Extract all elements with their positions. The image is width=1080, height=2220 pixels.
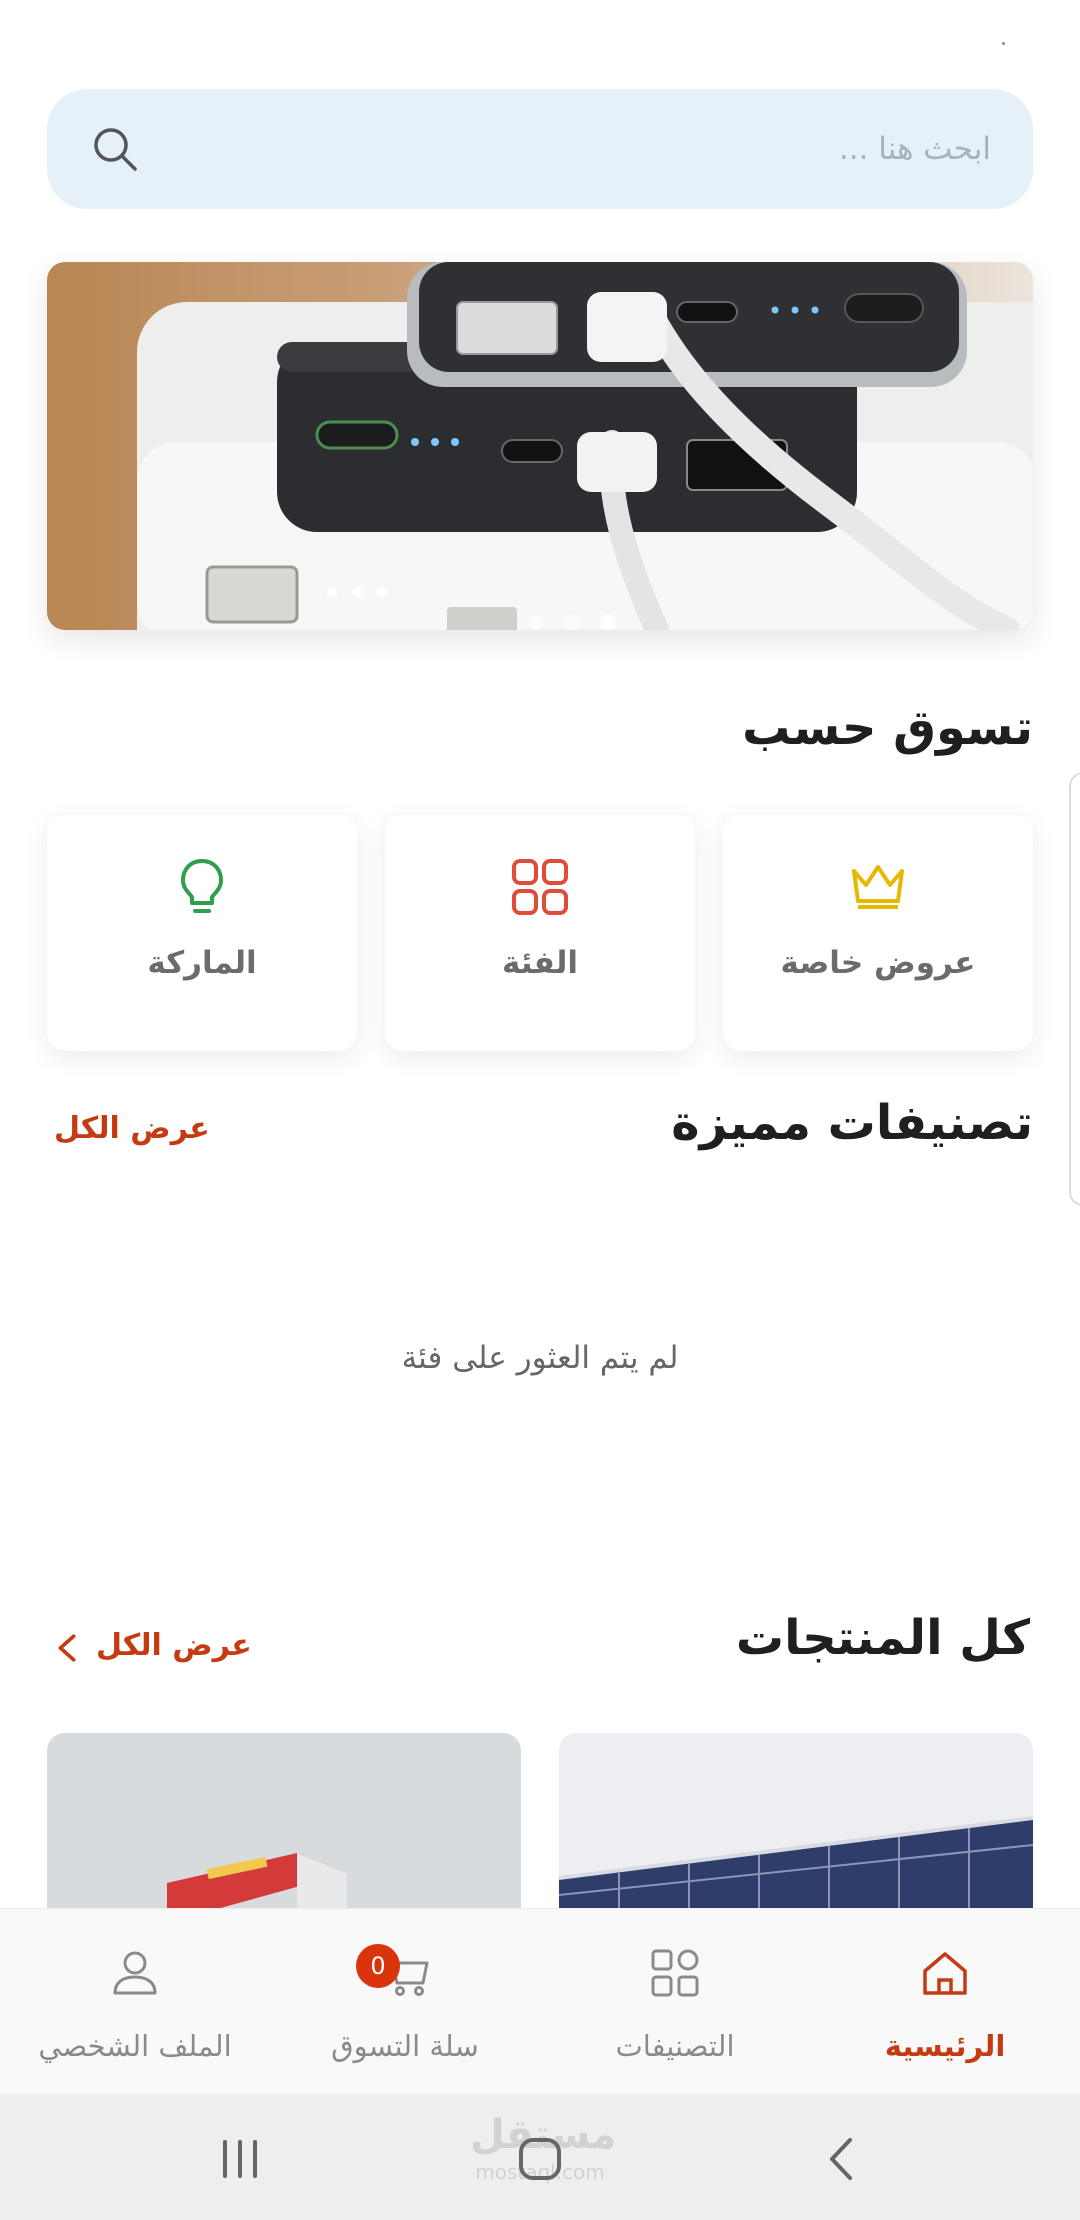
nav-label-cart: سلة التسوق xyxy=(331,2029,479,2063)
status-dot xyxy=(1002,42,1005,45)
product-card[interactable] xyxy=(559,1733,1033,1909)
banner-image xyxy=(137,262,1033,630)
promo-banner[interactable] xyxy=(47,262,1033,630)
home-button-icon[interactable] xyxy=(515,2134,565,2184)
chevron-left-icon[interactable] xyxy=(56,1630,78,1666)
home-icon xyxy=(923,1952,967,1995)
all-products-title: كل المنتجات xyxy=(735,1610,1030,1666)
nav-item-categories[interactable]: التصنيفات xyxy=(540,1909,810,2095)
carousel-dot[interactable] xyxy=(528,614,544,630)
shop-by-offers-card[interactable]: عروض خاصة xyxy=(723,815,1033,1051)
recent-apps-icon[interactable] xyxy=(215,2134,265,2184)
shop-by-brand-label: الماركة xyxy=(147,945,257,981)
shop-by-offers-label: عروض خاصة xyxy=(780,945,976,981)
featured-categories-title: تصنيفات مميزة xyxy=(671,1095,1033,1151)
categories-icon xyxy=(651,1949,699,1997)
carousel-dot-active[interactable] xyxy=(600,614,616,630)
user-icon xyxy=(113,1951,157,1995)
search-icon[interactable] xyxy=(87,121,143,177)
product-image-solar-panel xyxy=(559,1733,1033,1909)
nav-label-home: الرئيسية xyxy=(884,2029,1006,2063)
crown-icon xyxy=(852,865,904,909)
product-card[interactable] xyxy=(47,1733,521,1909)
shop-by-brand-card[interactable]: الماركة xyxy=(47,815,357,1051)
carousel-dots xyxy=(47,600,1033,630)
system-navigation-bar: مستقل mostaql.com xyxy=(0,2094,1080,2220)
nav-label-categories: التصنيفات xyxy=(615,2029,735,2063)
grid-icon xyxy=(512,859,568,915)
empty-categories-message: لم يتم العثور على فئة xyxy=(401,1340,679,1376)
featured-see-all-link[interactable]: عرض الكل xyxy=(54,1111,210,1146)
search-placeholder: ابحث هنا ... xyxy=(838,131,991,167)
lightbulb-icon xyxy=(181,859,223,913)
all-products-see-all-link[interactable]: عرض الكل xyxy=(96,1628,252,1663)
cart-count-badge: 0 xyxy=(356,1944,400,1988)
bottom-navigation: الرئيسية التصنيفات سلة التسوق الملف الشخ… xyxy=(0,1908,1080,2095)
nav-item-profile[interactable]: الملف الشخصي xyxy=(0,1909,270,2095)
product-image-box xyxy=(47,1733,521,1909)
shop-by-category-label: الفئة xyxy=(501,945,579,981)
nav-item-home[interactable]: الرئيسية xyxy=(810,1909,1080,2095)
edge-panel-handle[interactable] xyxy=(1069,772,1080,1206)
nav-label-profile: الملف الشخصي xyxy=(38,2029,232,2063)
search-bar[interactable]: ابحث هنا ... xyxy=(47,89,1033,209)
carousel-dot[interactable] xyxy=(564,614,580,630)
nav-item-cart[interactable]: سلة التسوق xyxy=(270,1909,540,2095)
shop-by-title: تسوق حسب xyxy=(742,700,1033,756)
shop-by-category-card[interactable]: الفئة xyxy=(385,815,695,1051)
back-button-icon[interactable] xyxy=(818,2134,868,2184)
